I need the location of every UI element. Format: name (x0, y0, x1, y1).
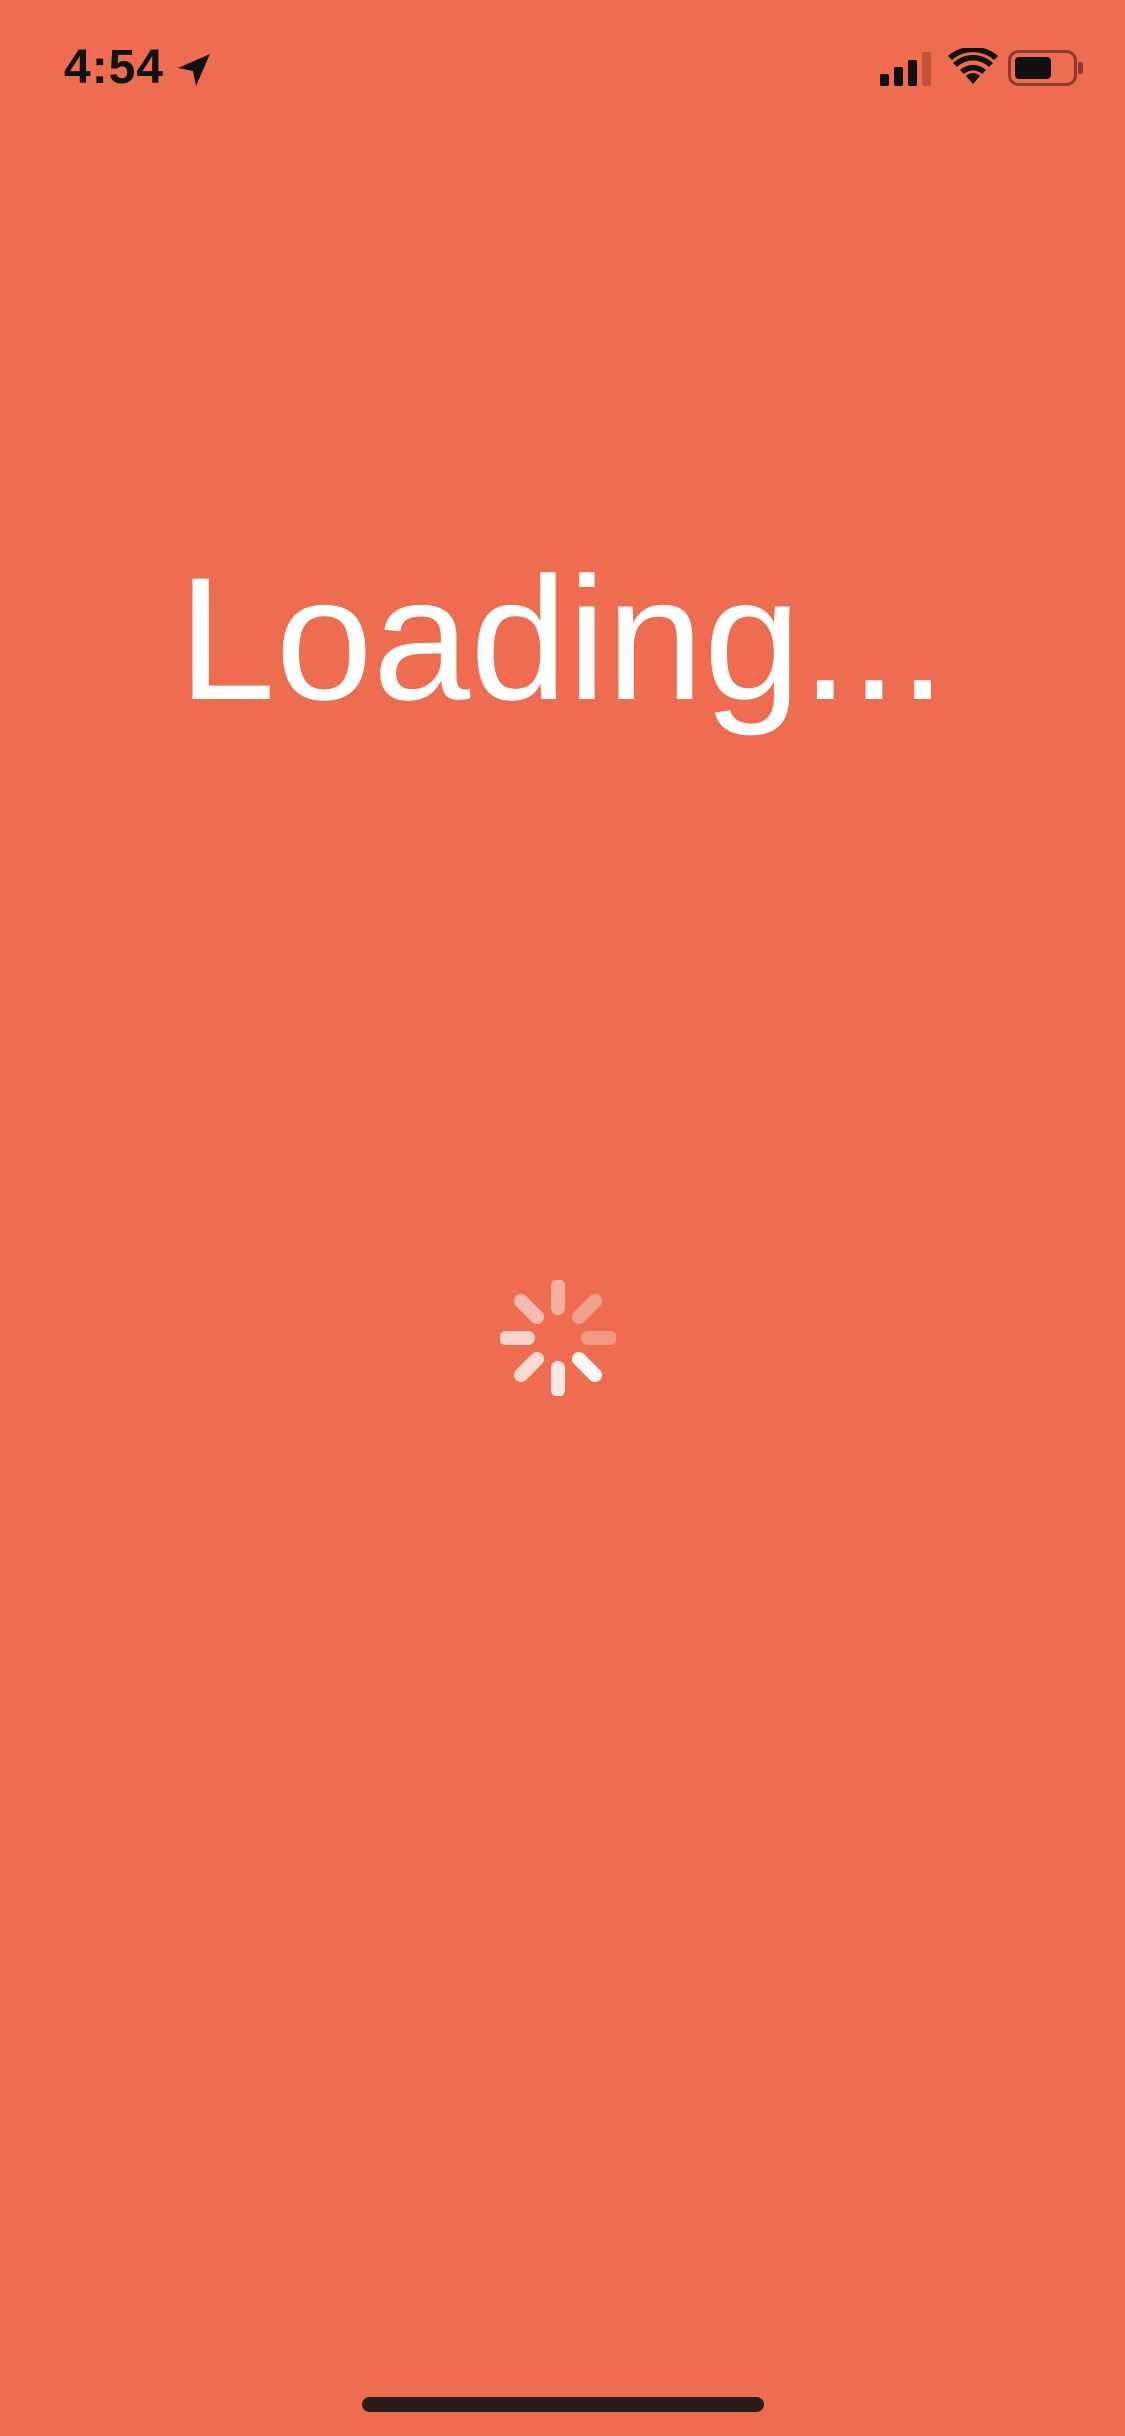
cellular-signal-icon (880, 52, 931, 86)
loading-screen: 4:54 Loading... (0, 0, 1125, 2436)
loading-title: Loading... (178, 542, 947, 737)
wifi-icon (948, 48, 998, 84)
location-arrow-icon (178, 54, 210, 86)
activity-spinner-icon (500, 1280, 616, 1396)
battery-icon (1008, 50, 1083, 86)
home-indicator[interactable] (362, 2397, 764, 2412)
status-time: 4:54 (64, 41, 165, 94)
status-bar: 4:54 (0, 0, 1125, 132)
